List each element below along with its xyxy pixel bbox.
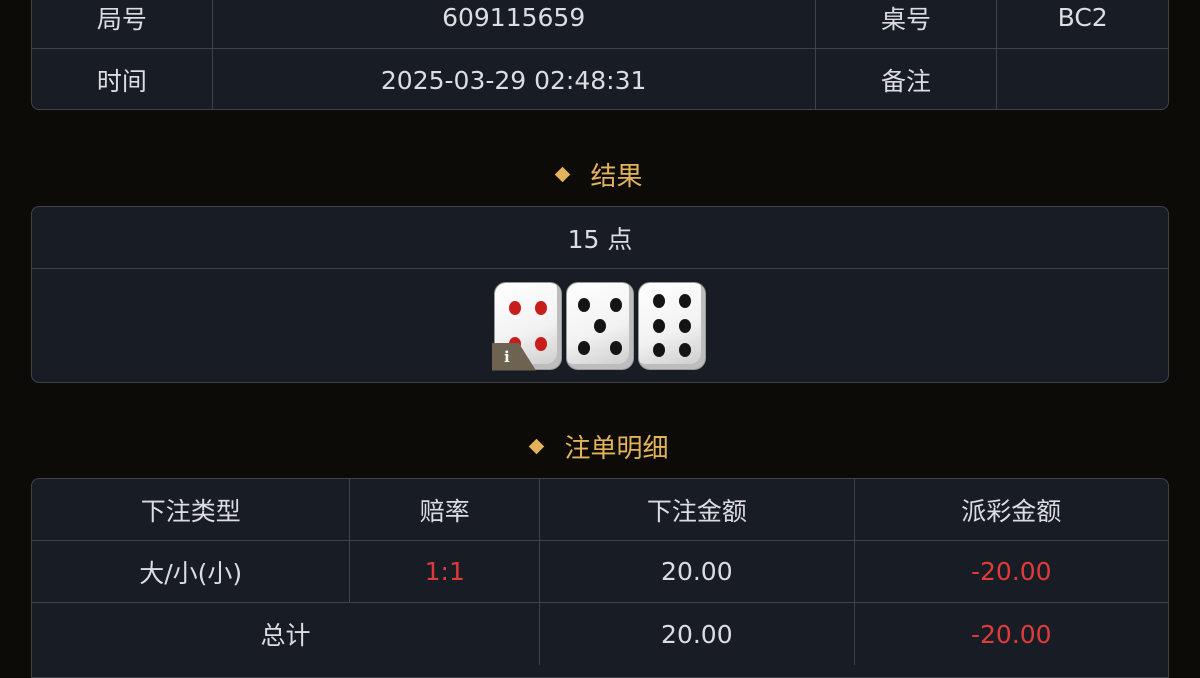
bet-detail-title-text: 注单明细 bbox=[564, 433, 669, 464]
bet-detail-table: 下注类型 赔率 下注金额 派彩金额 大/小(小) 1:1 20.00 -20.0… bbox=[31, 478, 1169, 678]
bet-type-cell: 大/小(小) bbox=[32, 541, 351, 602]
dice-pip bbox=[508, 301, 521, 316]
payout-cell: -20.00 bbox=[970, 557, 1052, 586]
round-info-table: 局号 609115659 桌号 BC2 时间 2025-03-29 02:48:… bbox=[31, 0, 1169, 110]
column-header-payout: 派彩金额 bbox=[961, 496, 1062, 526]
table-number-value: BC2 bbox=[1057, 3, 1108, 32]
dice-pip bbox=[594, 318, 606, 333]
dice-pip bbox=[535, 337, 548, 352]
dice-pip bbox=[609, 340, 622, 355]
total-label: 总计 bbox=[32, 603, 541, 665]
column-header-bet-type: 下注类型 bbox=[32, 479, 351, 540]
bet-amount-cell: 20.00 bbox=[540, 541, 855, 602]
result-section-title: 结果 bbox=[0, 152, 1200, 196]
table-row: 大/小(小) 1:1 20.00 -20.00 bbox=[32, 541, 1168, 603]
round-info-row: 局号 609115659 桌号 BC2 bbox=[32, 0, 1168, 49]
table-number-label: 桌号 bbox=[816, 0, 998, 48]
dice-pip bbox=[652, 342, 665, 357]
dice-icon bbox=[566, 281, 634, 370]
dice-icon bbox=[638, 281, 706, 370]
diamond-icon bbox=[529, 438, 545, 454]
result-table: 15 点 i bbox=[31, 206, 1169, 383]
dice-pip bbox=[679, 342, 692, 357]
dice-row: i bbox=[32, 269, 1168, 382]
points-row: 15 点 bbox=[32, 207, 1168, 269]
dice-pip bbox=[679, 318, 692, 333]
bet-detail-section-title: 注单明细 bbox=[0, 424, 1200, 468]
total-amount: 20.00 bbox=[540, 603, 855, 665]
round-number-value: 609115659 bbox=[213, 0, 816, 48]
round-number-label: 局号 bbox=[32, 0, 213, 48]
odds-cell: 1:1 bbox=[350, 541, 541, 602]
dice-pip bbox=[652, 294, 665, 309]
dice-group[interactable]: i bbox=[492, 281, 706, 371]
dice-pip bbox=[578, 297, 591, 312]
time-label: 时间 bbox=[32, 49, 213, 109]
column-header-bet-amount: 下注金额 bbox=[540, 479, 855, 540]
note-value bbox=[997, 49, 1168, 109]
round-info-row: 时间 2025-03-29 02:48:31 备注 bbox=[32, 49, 1168, 109]
info-icon-glyph: i bbox=[504, 347, 510, 366]
dice-pip bbox=[578, 340, 591, 355]
total-payout: -20.00 bbox=[970, 619, 1052, 649]
result-title-text: 结果 bbox=[590, 161, 643, 192]
dice-pip bbox=[679, 294, 692, 309]
note-label: 备注 bbox=[816, 49, 998, 109]
bet-header-row: 下注类型 赔率 下注金额 派彩金额 bbox=[32, 479, 1168, 541]
dice-pip bbox=[652, 318, 665, 333]
total-row: 总计 20.00 -20.00 bbox=[32, 603, 1168, 665]
time-value: 2025-03-29 02:48:31 bbox=[213, 49, 816, 109]
dice-pip bbox=[609, 297, 622, 312]
dice-pip bbox=[535, 301, 548, 316]
column-header-odds: 赔率 bbox=[350, 479, 541, 540]
diamond-icon bbox=[555, 166, 571, 182]
points-total: 15 点 bbox=[567, 224, 633, 254]
